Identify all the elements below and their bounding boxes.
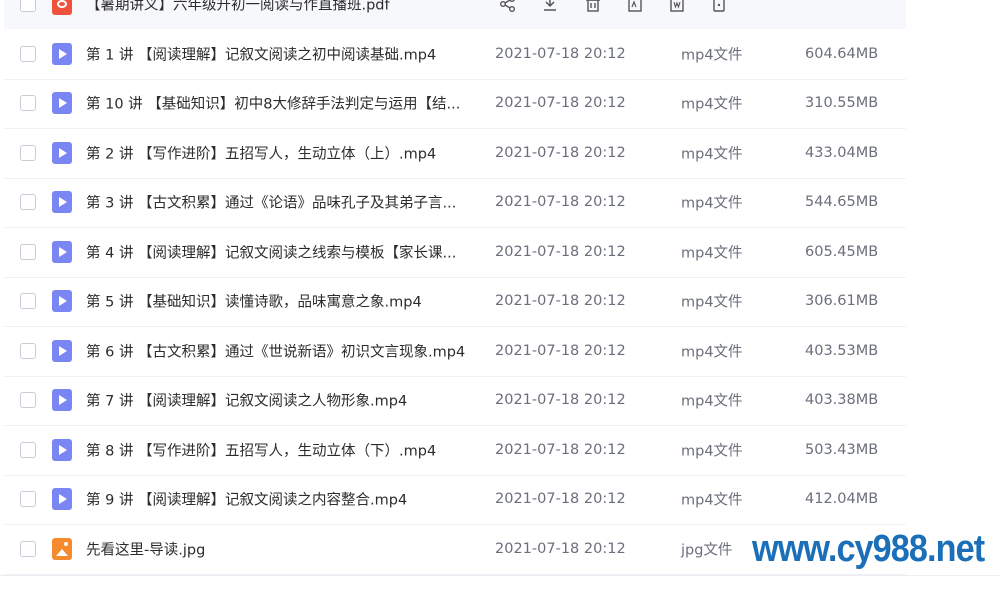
file-type: mp4文件 — [681, 344, 743, 361]
file-date: 2021-07-18 20:12 — [495, 342, 626, 359]
video-file-icon — [52, 290, 72, 313]
list-divider — [0, 575, 1000, 576]
file-row[interactable]: 第 1 讲 【阅读理解】记叙文阅读之初中阅读基础.mp4 2021-07-18 … — [4, 29, 906, 80]
file-name[interactable]: 第 5 讲 【基础知识】读懂诗歌，品味寓意之象.mp4 — [86, 291, 481, 312]
file-name[interactable]: 第 8 讲 【写作进阶】五招写人，生动立体（下）.mp4 — [86, 439, 481, 460]
video-file-icon — [52, 191, 72, 214]
file-row[interactable]: 第 4 讲 【阅读理解】记叙文阅读之线索与模板【家长课... 2021-07-1… — [4, 227, 906, 278]
file-row[interactable]: 第 6 讲 【古文积累】通过《世说新语》初识文言现象.mp4 2021-07-1… — [4, 326, 906, 377]
file-type: mp4文件 — [681, 195, 743, 212]
file-date: 2021-07-18 20:12 — [495, 540, 626, 557]
file-date: 2021-07-18 20:12 — [495, 144, 626, 161]
file-type: mp4文件 — [681, 245, 743, 262]
row-checkbox[interactable] — [20, 342, 36, 359]
file-date: 2021-07-18 20:12 — [495, 293, 626, 310]
file-type: mp4文件 — [681, 47, 743, 64]
file-type: mp4文件 — [681, 492, 743, 509]
file-row[interactable]: 第 8 讲 【写作进阶】五招写人，生动立体（下）.mp4 2021-07-18 … — [4, 425, 906, 476]
video-file-icon — [52, 438, 72, 461]
file-type: mp4文件 — [681, 294, 743, 311]
file-name[interactable]: 第 10 讲 【基础知识】初中8大修辞手法判定与运用【结... — [86, 93, 481, 114]
file-size: 310.55MB — [805, 95, 879, 112]
file-size: 403.53MB — [805, 342, 879, 359]
rename-icon[interactable] — [625, 0, 645, 14]
file-row[interactable]: 第 3 讲 【古文积累】通过《论语》品味孔子及其弟子言... 2021-07-1… — [4, 178, 906, 228]
file-date: 2021-07-18 20:12 — [495, 194, 626, 211]
row-checkbox[interactable] — [20, 0, 36, 12]
row-checkbox[interactable] — [20, 540, 36, 557]
file-size: 503.43MB — [805, 441, 879, 458]
share-icon[interactable] — [498, 0, 518, 14]
watermark-text: www.cy988.net — [752, 528, 985, 570]
download-icon[interactable] — [540, 0, 560, 14]
row-checkbox[interactable] — [20, 194, 36, 211]
file-type: mp4文件 — [681, 393, 743, 410]
file-type: mp4文件 — [681, 146, 743, 163]
row-checkbox[interactable] — [20, 243, 36, 260]
video-file-icon — [52, 339, 72, 362]
file-name[interactable]: 第 6 讲 【古文积累】通过《世说新语》初识文言现象.mp4 — [86, 340, 481, 361]
file-name[interactable]: 【暑期讲义】六年级升初一阅读与作直播班.pdf — [86, 0, 481, 14]
file-size: 604.64MB — [805, 45, 879, 62]
file-name[interactable]: 第 7 讲 【阅读理解】记叙文阅读之人物形象.mp4 — [86, 390, 481, 411]
row-checkbox[interactable] — [20, 392, 36, 409]
video-file-icon — [52, 92, 72, 115]
row-checkbox[interactable] — [20, 95, 36, 112]
row-checkbox[interactable] — [20, 144, 36, 161]
file-name[interactable]: 第 1 讲 【阅读理解】记叙文阅读之初中阅读基础.mp4 — [86, 43, 481, 64]
file-size: 544.65MB — [805, 194, 879, 211]
file-size: 605.45MB — [805, 243, 879, 260]
file-size: 403.38MB — [805, 392, 879, 409]
delete-icon[interactable] — [583, 0, 603, 14]
file-name[interactable]: 第 4 讲 【阅读理解】记叙文阅读之线索与模板【家长课... — [86, 241, 481, 262]
file-date: 2021-07-18 20:12 — [495, 95, 626, 112]
file-row-pdf[interactable]: 【暑期讲义】六年级升初一阅读与作直播班.pdf — [4, 0, 906, 29]
row-checkbox[interactable] — [20, 45, 36, 62]
copy-icon[interactable] — [667, 0, 687, 14]
file-row[interactable]: 第 9 讲 【阅读理解】记叙文阅读之内容整合.mp4 2021-07-18 20… — [4, 475, 906, 525]
video-file-icon — [52, 488, 72, 511]
row-checkbox[interactable] — [20, 441, 36, 458]
image-file-icon — [52, 537, 72, 560]
file-name[interactable]: 先看这里-导读.jpg — [86, 538, 481, 559]
file-row[interactable]: 第 7 讲 【阅读理解】记叙文阅读之人物形象.mp4 2021-07-18 20… — [4, 376, 906, 426]
file-date: 2021-07-18 20:12 — [495, 491, 626, 508]
file-row[interactable]: 第 10 讲 【基础知识】初中8大修辞手法判定与运用【结... 2021-07-… — [4, 79, 906, 129]
file-size: 306.61MB — [805, 293, 879, 310]
file-row[interactable]: 第 2 讲 【写作进阶】五招写人，生动立体（上）.mp4 2021-07-18 … — [4, 128, 906, 179]
file-date: 2021-07-18 20:12 — [495, 243, 626, 260]
video-file-icon — [52, 389, 72, 412]
row-checkbox[interactable] — [20, 491, 36, 508]
row-checkbox[interactable] — [20, 293, 36, 310]
file-date: 2021-07-18 20:12 — [495, 392, 626, 409]
pdf-icon — [52, 0, 72, 15]
file-type: mp4文件 — [681, 443, 743, 460]
file-name[interactable]: 第 2 讲 【写作进阶】五招写人，生动立体（上）.mp4 — [86, 142, 481, 163]
video-file-icon — [52, 42, 72, 65]
file-name[interactable]: 第 3 讲 【古文积累】通过《论语》品味孔子及其弟子言... — [86, 192, 481, 213]
file-size: 433.04MB — [805, 144, 879, 161]
file-date: 2021-07-18 20:12 — [495, 441, 626, 458]
file-date: 2021-07-18 20:12 — [495, 45, 626, 62]
video-file-icon — [52, 240, 72, 263]
file-row[interactable]: 第 5 讲 【基础知识】读懂诗歌，品味寓意之象.mp4 2021-07-18 2… — [4, 277, 906, 327]
video-file-icon — [52, 141, 72, 164]
file-type: jpg文件 — [681, 542, 733, 559]
file-size: 412.04MB — [805, 491, 879, 508]
more-icon[interactable] — [709, 0, 729, 14]
file-type: mp4文件 — [681, 96, 743, 113]
file-name[interactable]: 第 9 讲 【阅读理解】记叙文阅读之内容整合.mp4 — [86, 489, 481, 510]
